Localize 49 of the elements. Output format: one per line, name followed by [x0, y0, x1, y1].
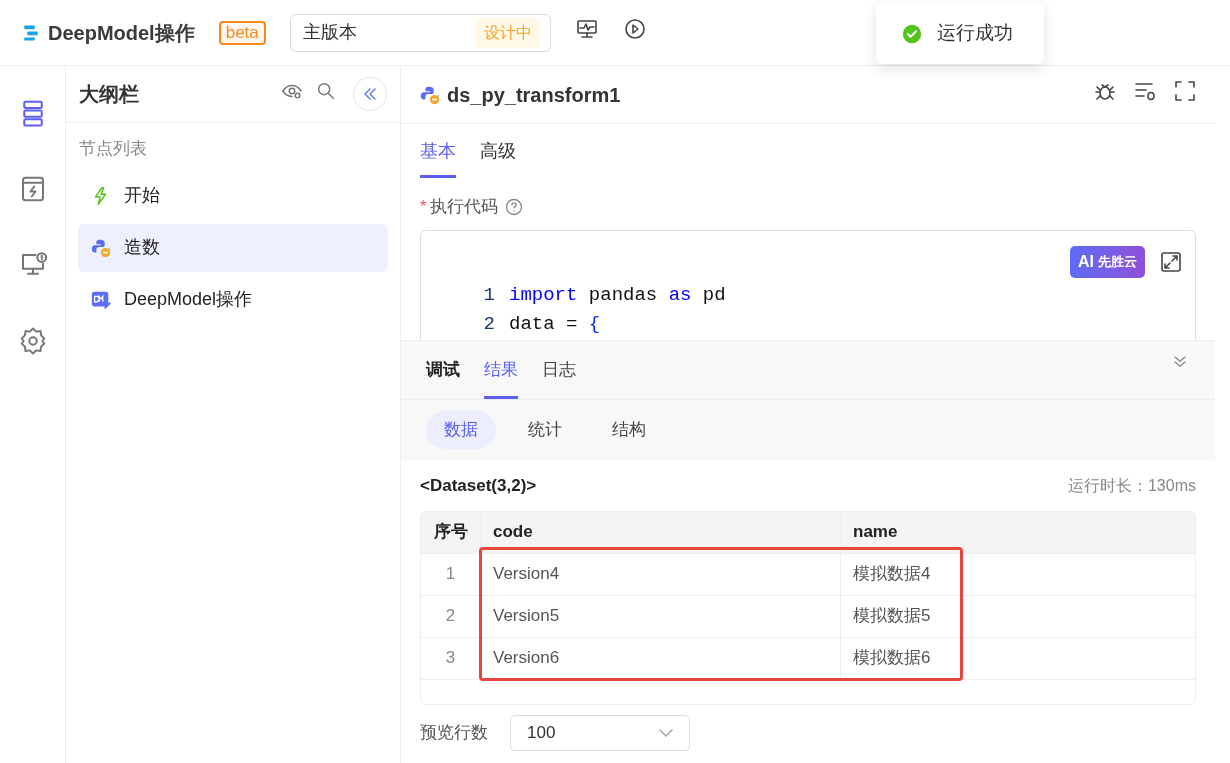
ai-assistant-button[interactable]: AI 先胜云 [1070, 245, 1145, 278]
app-title: DeepModel操作 [48, 20, 195, 46]
fullscreen-icon [1173, 79, 1197, 103]
play-icon [622, 17, 647, 41]
table-cell: Version4 [481, 553, 841, 595]
result-tab[interactable]: 日志 [542, 356, 576, 399]
success-check-icon [901, 22, 923, 45]
table-cell: 3 [421, 637, 481, 679]
field-label: 预览行数 [420, 721, 488, 744]
beta-badge: beta [218, 20, 266, 45]
node-item[interactable]: DeepModel操作 [78, 275, 388, 324]
field-label: 执行代码 [430, 196, 499, 218]
editor-tab[interactable]: 高级 [480, 138, 516, 178]
help-icon [504, 196, 525, 217]
table-cell-text: 模拟数据4 [852, 563, 932, 586]
line-number: 1 [482, 282, 496, 308]
version-selector[interactable]: 主版本 设计中 [289, 13, 551, 52]
column-header: code [481, 511, 841, 553]
rows-select[interactable]: 100 [510, 714, 690, 751]
toast-message: 运行成功 [937, 21, 1013, 46]
line-number: 2 [482, 311, 496, 337]
table-cell: 1 [421, 553, 481, 595]
table-cell-text: 模拟数据6 [852, 647, 932, 670]
node-title: ds_py_transform1 [447, 82, 622, 108]
table-cell: Version5 [481, 595, 841, 637]
column-header: name [852, 521, 899, 544]
panel-title: 调试 [426, 358, 460, 381]
node-item[interactable]: 开始 [78, 171, 388, 220]
expand-icon [1159, 249, 1183, 274]
code-line: import pandas as pd [509, 282, 726, 308]
section-label: 节点列表 [78, 138, 148, 160]
status-tag: 设计中 [475, 17, 540, 48]
data-subtab[interactable]: 数据 [426, 411, 496, 449]
chevron-down-icon [659, 728, 673, 737]
code-editor[interactable]: AI 先胜云 1 import pandas as pd 2 data = { [420, 229, 1196, 340]
table-cell: Version6 [481, 637, 841, 679]
dataset-label: <Dataset(3,2)> [420, 475, 537, 497]
code-line: data = { [509, 311, 601, 337]
runtime-text: 运行时长：130ms [1067, 475, 1196, 496]
data-subtab[interactable]: 结构 [594, 411, 664, 449]
data-subtab[interactable]: 统计 [510, 411, 580, 449]
table-cell-text: 模拟数据5 [852, 605, 932, 628]
required-mark: * [420, 196, 427, 217]
column-header: 序号 [421, 511, 481, 553]
node-item[interactable]: 造数 [78, 223, 388, 272]
monitor-icon [574, 17, 599, 41]
panel-title: 大纲栏 [79, 82, 140, 107]
editor-tab[interactable]: 基本 [420, 138, 456, 178]
table-cell: 2 [421, 595, 481, 637]
